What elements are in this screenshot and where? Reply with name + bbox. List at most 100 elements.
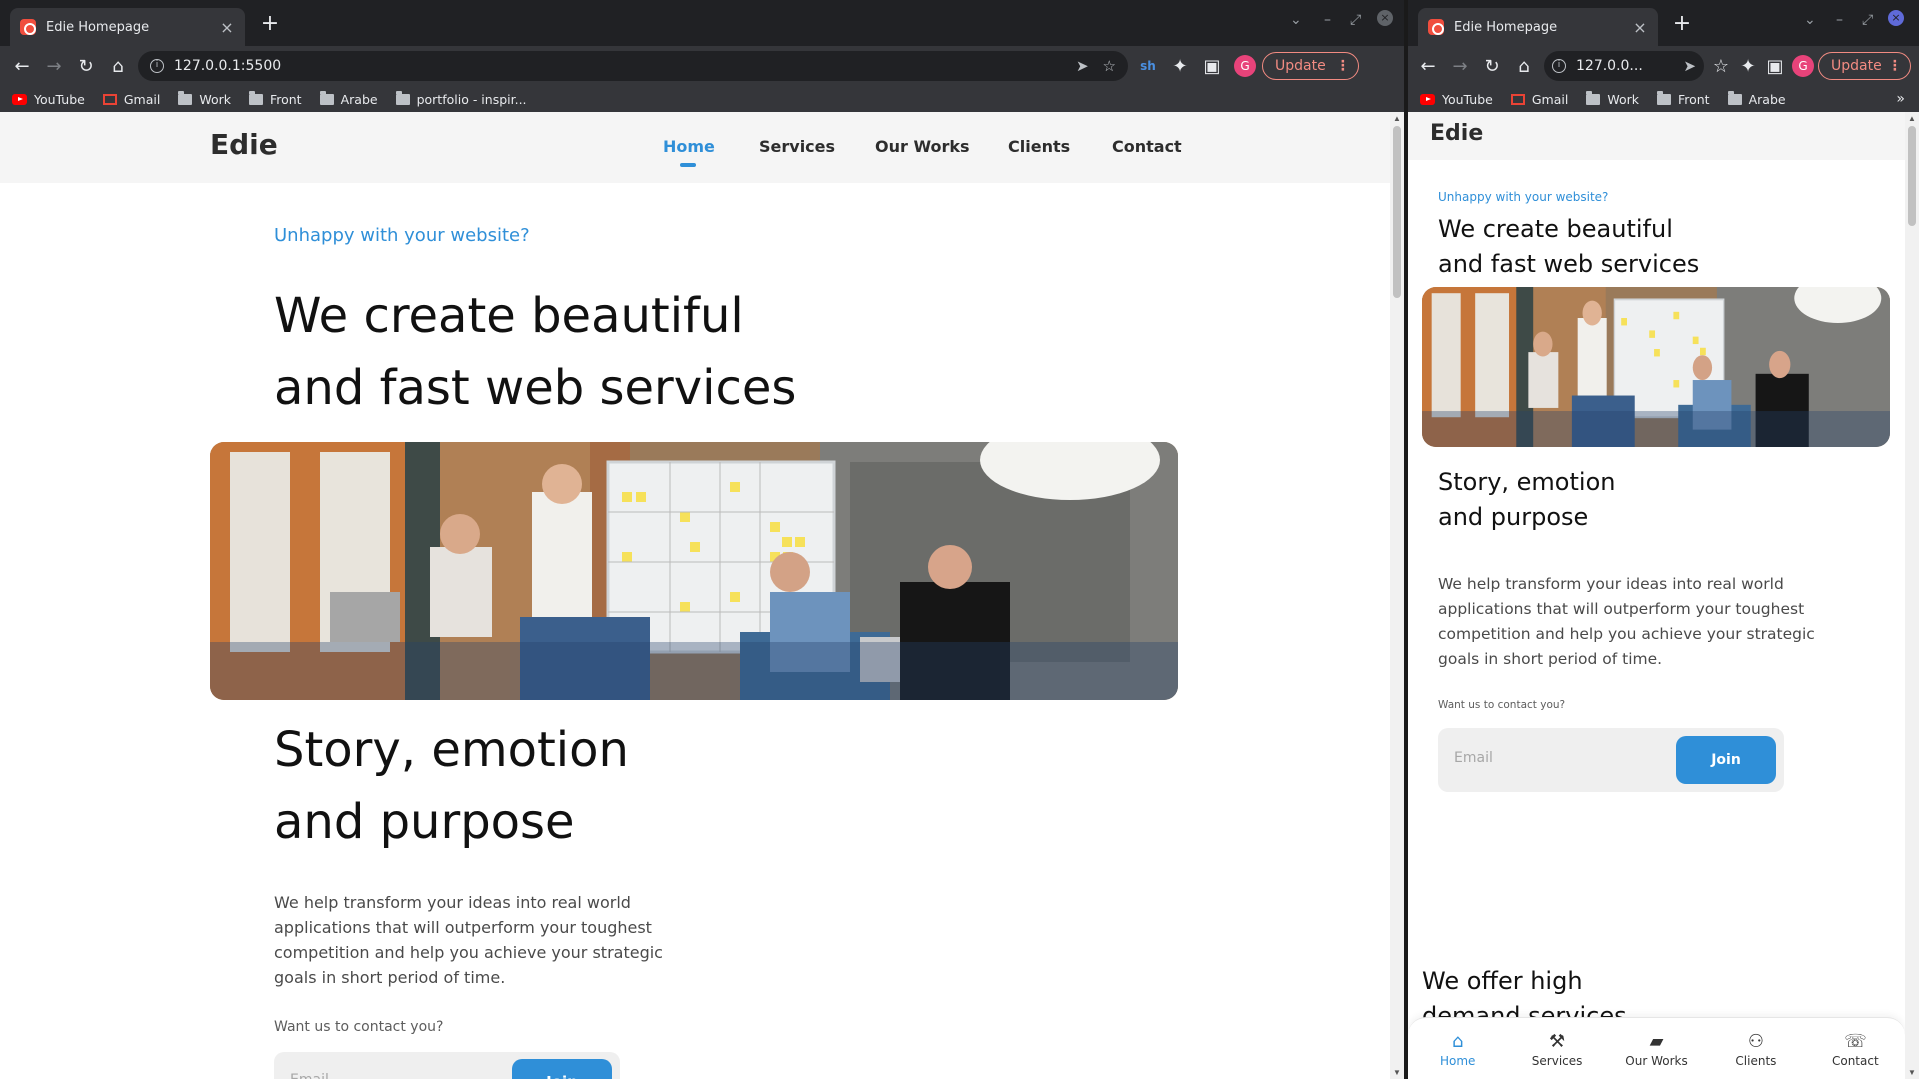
gmail-icon — [1510, 93, 1525, 105]
bookmark-work[interactable]: Work — [178, 90, 231, 107]
bottom-nav-our-works[interactable]: ▰ Our Works — [1607, 1018, 1706, 1079]
bookmark-portfolio[interactable]: portfolio - inspir... — [395, 90, 527, 107]
address-bar[interactable]: i 127.0.0.1:5500 ➤ ☆ — [138, 51, 1128, 81]
tab-title: Edie Homepage — [1454, 19, 1558, 35]
bookmark-arabe[interactable]: Arabe — [319, 90, 378, 107]
bottom-nav-services[interactable]: ⚒ Services — [1507, 1018, 1606, 1079]
restore-icon[interactable]: ⤢ — [1350, 12, 1361, 28]
bookmark-star-icon[interactable]: ☆ — [1103, 57, 1116, 75]
hero-eyebrow: Unhappy with your website? — [274, 225, 530, 246]
more-bookmarks-icon[interactable]: » — [1896, 91, 1905, 107]
send-icon[interactable]: ➤ — [1076, 57, 1089, 75]
update-button[interactable]: Update ⋮ — [1818, 52, 1911, 80]
forward-icon[interactable]: → — [38, 50, 70, 82]
story-paragraph-line: goals in short period of time. — [274, 968, 506, 987]
bottom-nav: ⌂ Home ⚒ Services ▰ Our Works ⚇ Clients ☏ Con… — [1408, 1017, 1905, 1079]
contact-prompt: Want us to contact you? — [1438, 699, 1566, 711]
nav-clients[interactable]: Clients — [1008, 137, 1070, 156]
extensions-puzzle-icon[interactable]: ✦ — [1734, 50, 1762, 82]
bookmark-youtube[interactable]: YouTube — [12, 92, 85, 107]
bookmark-front[interactable]: Front — [1656, 90, 1710, 107]
hero-title-line: We create beautiful — [274, 288, 744, 344]
email-field[interactable]: Email — [290, 1072, 329, 1079]
story-paragraph: We help transform your ideas into real w… — [274, 890, 663, 990]
site-logo[interactable]: Edie — [210, 128, 278, 161]
minimize-icon[interactable]: – — [1836, 12, 1843, 28]
menu-dots-icon: ⋮ — [1335, 58, 1350, 74]
bookmark-label: Work — [1607, 91, 1639, 107]
bookmark-label: Gmail — [123, 91, 161, 107]
close-window-icon[interactable]: × — [1377, 10, 1393, 26]
back-icon[interactable]: ← — [6, 50, 38, 82]
reload-icon[interactable]: ↻ — [1476, 50, 1508, 82]
bookmark-label: portfolio - inspir... — [416, 91, 527, 107]
side-panel-icon[interactable]: ▣ — [1196, 50, 1228, 82]
scrollbar-thumb[interactable] — [1393, 126, 1401, 298]
profile-avatar[interactable]: G — [1234, 55, 1256, 77]
hero-title: We create beautiful and fast web service… — [1438, 212, 1699, 282]
bookmark-arabe[interactable]: Arabe — [1727, 90, 1786, 107]
page-scrollbar[interactable]: ▲ ▼ — [1390, 112, 1404, 1079]
scroll-down-icon[interactable]: ▼ — [1905, 1068, 1919, 1077]
email-field[interactable]: Email — [1454, 750, 1493, 766]
join-button[interactable]: Join — [1676, 736, 1776, 784]
url-text: 127.0.0... — [1576, 58, 1643, 74]
browser-tab[interactable]: Edie Homepage × — [10, 8, 245, 46]
side-panel-icon[interactable]: ▣ — [1762, 50, 1788, 82]
bookmark-youtube[interactable]: YouTube — [1420, 92, 1493, 107]
restore-icon[interactable]: ⤢ — [1862, 12, 1873, 28]
bottom-nav-contact[interactable]: ☏ Contact — [1806, 1018, 1905, 1079]
minimize-icon[interactable]: – — [1324, 12, 1331, 28]
scroll-up-icon[interactable]: ▲ — [1905, 114, 1919, 123]
update-label: Update — [1275, 58, 1326, 74]
update-button[interactable]: Update ⋮ — [1262, 52, 1359, 80]
send-icon[interactable]: ➤ — [1683, 57, 1696, 75]
site-info-icon[interactable]: i — [1552, 59, 1566, 73]
site-info-icon[interactable]: i — [150, 59, 164, 73]
close-tab-icon[interactable]: × — [219, 18, 235, 37]
forward-icon[interactable]: → — [1444, 50, 1476, 82]
bottom-nav-clients[interactable]: ⚇ Clients — [1706, 1018, 1805, 1079]
close-tab-icon[interactable]: × — [1632, 18, 1648, 37]
tab-search-icon[interactable]: ⌄ — [1290, 12, 1302, 28]
hero-eyebrow: Unhappy with your website? — [1438, 190, 1609, 204]
url-text: 127.0.0.1:5500 — [174, 58, 282, 74]
scrollbar-thumb[interactable] — [1908, 126, 1916, 226]
profile-avatar[interactable]: G — [1792, 55, 1814, 77]
bookmark-work[interactable]: Work — [1586, 90, 1639, 107]
new-tab-button[interactable]: + — [256, 10, 284, 38]
nav-services[interactable]: Services — [759, 137, 835, 156]
home-icon[interactable]: ⌂ — [102, 50, 134, 82]
contact-prompt: Want us to contact you? — [274, 1019, 444, 1035]
close-window-icon[interactable]: × — [1888, 10, 1904, 26]
bookmark-front[interactable]: Front — [248, 90, 302, 107]
tab-search-icon[interactable]: ⌄ — [1804, 12, 1816, 28]
bookmark-gmail[interactable]: Gmail — [1510, 92, 1568, 107]
bookmark-gmail[interactable]: Gmail — [102, 91, 161, 107]
bookmark-star-icon[interactable]: ☆ — [1708, 50, 1734, 82]
hero-title-line: We create beautiful — [1438, 215, 1673, 243]
extension-sh-icon[interactable]: sh — [1132, 50, 1164, 82]
story-title-line: and purpose — [274, 794, 575, 850]
email-signup-form: Email Join — [274, 1052, 620, 1079]
scroll-down-icon[interactable]: ▼ — [1390, 1068, 1404, 1077]
back-icon[interactable]: ← — [1412, 50, 1444, 82]
browser-tab[interactable]: Edie Homepage × — [1418, 8, 1658, 46]
site-logo[interactable]: Edie — [1430, 121, 1483, 146]
join-button[interactable]: Join — [512, 1059, 612, 1079]
address-bar[interactable]: i 127.0.0... ➤ — [1544, 51, 1704, 81]
story-title: Story, emotion and purpose — [1438, 465, 1615, 535]
reload-icon[interactable]: ↻ — [70, 50, 102, 82]
page-scrollbar[interactable]: ▲ ▼ — [1905, 112, 1919, 1079]
new-tab-button[interactable]: + — [1668, 10, 1696, 38]
story-paragraph: We help transform your ideas into real w… — [1438, 572, 1815, 672]
bottom-nav-home[interactable]: ⌂ Home — [1408, 1018, 1507, 1079]
nav-contact[interactable]: Contact — [1112, 137, 1182, 156]
folder-icon — [1656, 90, 1671, 105]
extensions-puzzle-icon[interactable]: ✦ — [1164, 50, 1196, 82]
nav-home[interactable]: Home — [663, 137, 715, 156]
nav-our-works[interactable]: Our Works — [875, 137, 970, 156]
bookmarks-bar: YouTube Gmail Work Front Arabe portfolio… — [0, 86, 1404, 112]
scroll-up-icon[interactable]: ▲ — [1390, 114, 1404, 123]
home-icon[interactable]: ⌂ — [1508, 50, 1540, 82]
